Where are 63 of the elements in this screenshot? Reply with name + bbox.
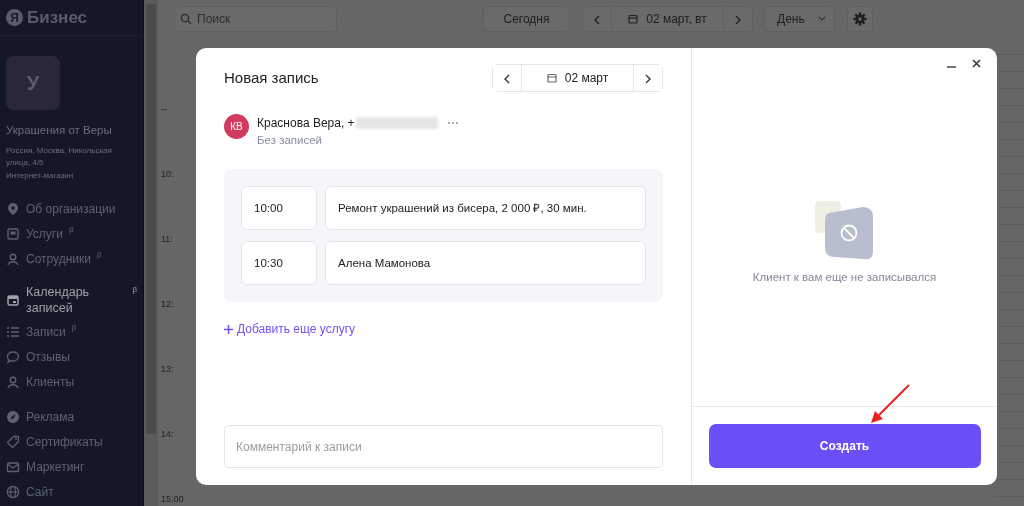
sidebar-item[interactable]: Календарь записей β <box>0 281 143 320</box>
calendar-icon <box>6 293 20 308</box>
chevron-left-icon <box>503 73 511 84</box>
speech-bubble-icon <box>6 349 20 364</box>
logo-text: Бизнес <box>27 6 88 29</box>
client-status: Без записей <box>257 133 324 148</box>
time-label: 12: <box>161 299 175 311</box>
time-label: 10: <box>161 169 175 181</box>
client-name: Краснова Вера, + <box>257 115 355 132</box>
calendar-icon <box>546 73 557 83</box>
time-label: 15:00 <box>161 494 183 506</box>
chevron-right-icon <box>644 73 652 84</box>
close-icon[interactable] <box>972 59 981 68</box>
create-button[interactable]: Создать <box>708 424 981 468</box>
time-field[interactable]: 10:00 <box>241 186 317 231</box>
person-icon <box>6 251 20 266</box>
globe-icon <box>6 484 20 499</box>
person-icon <box>6 374 20 389</box>
blocked-card-drawing <box>814 199 875 261</box>
time-label: 14: <box>161 429 175 441</box>
sidebar-item[interactable]: Клиенты <box>0 369 143 395</box>
calendar-icon <box>628 14 639 24</box>
beta-label: β <box>132 284 137 297</box>
empty-history-text: Клиент к вам еще не записывался <box>752 270 937 285</box>
view-dropdown[interactable]: День <box>764 6 835 32</box>
search-field[interactable]: Поиск <box>174 6 337 32</box>
time-label: -- <box>161 104 168 116</box>
service-field[interactable]: Ремонт украшений из бисера, 2 000 ₽, 30 мин. <box>325 186 646 231</box>
sidebar-item[interactable]: Реклама <box>0 404 143 430</box>
tag-icon <box>6 434 20 449</box>
today-button[interactable]: Сегодня <box>483 6 570 32</box>
time-field[interactable]: 10:30 <box>241 241 317 286</box>
chevron-right-icon <box>734 14 742 25</box>
settings-icon <box>853 12 867 26</box>
search-icon <box>180 13 192 25</box>
organization-address: Россия, Москва, Никольская улица, 4/5 <box>5 145 113 170</box>
more-icon[interactable] <box>446 121 459 125</box>
compass-icon <box>6 409 20 424</box>
organization-name: Украшения от Веры <box>5 123 113 138</box>
chevron-down-icon <box>818 16 826 22</box>
pin-icon <box>6 201 20 216</box>
service-list-icon <box>6 226 20 241</box>
comment-field[interactable]: Комментарий к записи <box>224 425 663 468</box>
list-icon <box>6 324 20 339</box>
organization-category: Интернет-магазин <box>5 170 75 183</box>
time-label: 11: <box>161 234 174 246</box>
sidebar-item[interactable]: Отзывы <box>0 344 143 370</box>
client-avatar: КВ <box>224 114 249 139</box>
modal-title: Новая запись <box>224 67 319 88</box>
sidebar-item[interactable]: Сертификаты <box>0 429 143 455</box>
service-field[interactable]: Алена Мамонова <box>325 241 646 286</box>
plus-icon <box>224 324 233 334</box>
chevron-left-icon <box>593 14 601 25</box>
sidebar-item[interactable]: Об организации <box>0 196 143 222</box>
sidebar-item[interactable]: Сайт <box>0 479 143 505</box>
envelope-icon <box>6 459 20 474</box>
logo-icon: Я <box>6 9 23 26</box>
annotation-arrow <box>871 384 910 423</box>
time-label: 13: <box>161 364 175 376</box>
sidebar-item[interactable]: Маркетинг <box>0 454 143 480</box>
add-service-link[interactable]: Добавить еще услугу <box>224 320 356 339</box>
date-picker[interactable]: 02 март <box>521 65 634 91</box>
settings-button[interactable] <box>847 6 873 32</box>
